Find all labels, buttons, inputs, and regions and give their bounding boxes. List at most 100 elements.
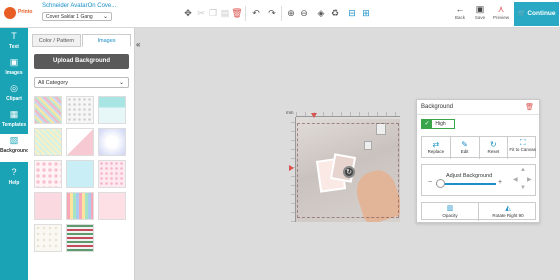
rotate-handle-icon[interactable]: ↻ — [343, 166, 355, 178]
distribute-icon[interactable]: ⊞ — [360, 7, 372, 20]
replace-label: Replace — [427, 149, 445, 154]
top-bar: Printo Schneider AvatarOn Cove... Cover … — [0, 0, 560, 28]
opacity-button[interactable]: ▥ Opacity — [422, 203, 479, 221]
thumbnail[interactable] — [34, 128, 62, 156]
save-button[interactable]: ▣ Save — [469, 3, 491, 20]
thumbnail[interactable] — [98, 128, 126, 156]
arrow-up-icon[interactable]: ▲ — [520, 167, 526, 173]
align-icon[interactable]: ⊟ — [346, 7, 358, 20]
nav-background[interactable]: ▧ Background — [0, 134, 30, 162]
redo-icon[interactable]: ↷ — [266, 7, 278, 20]
thumbnail[interactable] — [66, 96, 94, 124]
nav-text[interactable]: T Text — [0, 30, 28, 56]
arrow-right-icon[interactable]: ▶ — [527, 176, 532, 183]
nav-help[interactable]: ? Help — [0, 166, 28, 192]
preview-button[interactable]: ⋏ Preview — [490, 3, 512, 20]
adjust-background-label: Adjust Background — [446, 173, 493, 179]
move-icon[interactable]: ✥ — [182, 7, 194, 20]
high-quality-toggle[interactable]: ✓ High — [421, 119, 455, 129]
arrow-down-icon[interactable]: ▼ — [520, 185, 526, 191]
nav-images-label: Images — [5, 70, 23, 76]
panel-tabs: Color / Pattern Images — [32, 34, 131, 47]
check-icon: ✓ — [422, 120, 432, 128]
thumbnail[interactable] — [66, 128, 94, 156]
background-icon: ▧ — [9, 135, 19, 145]
paste-icon[interactable]: ▤ — [219, 7, 231, 20]
collapse-panel-icon[interactable]: « — [136, 40, 144, 50]
help-icon: ? — [11, 167, 17, 177]
ruler-unit-label: mm — [286, 110, 294, 115]
nav-clipart[interactable]: ◎ Clipart — [0, 82, 28, 108]
clipart-icon: ◎ — [10, 83, 18, 93]
back-arrow-icon: ← — [455, 4, 465, 14]
nav-images[interactable]: ▣ Images — [0, 56, 28, 82]
copy-icon[interactable]: ❐ — [207, 7, 219, 20]
back-button[interactable]: ← Back — [449, 3, 471, 20]
nav-templates[interactable]: ▦ Templates — [0, 108, 28, 134]
save-label: Save — [474, 15, 486, 20]
templates-icon: ▦ — [9, 109, 19, 119]
cut-icon[interactable]: ✂ — [195, 7, 207, 20]
nav-background-label: Background — [0, 148, 30, 154]
thumbnail[interactable] — [34, 224, 62, 252]
background-panel: Color / Pattern Images Upload Background… — [28, 28, 135, 280]
background-properties-panel: Background 🗑 ✓ High ⇄ Replace ✎ Edit ↻ R… — [416, 99, 540, 223]
continue-label: Continue — [527, 10, 556, 17]
nav-templates-label: Templates — [1, 122, 27, 128]
tab-color-pattern[interactable]: Color / Pattern — [32, 34, 81, 47]
panel-title: Background — [421, 104, 454, 110]
fit-to-canvas-button[interactable]: ⛶ Fit to Canvas — [508, 137, 537, 159]
logo-icon — [4, 7, 16, 19]
arrow-left-icon[interactable]: ◀ — [513, 176, 518, 183]
cart-icon: 🛒 — [517, 10, 526, 17]
thumbnail[interactable] — [66, 192, 94, 220]
text-icon: T — [11, 31, 17, 41]
minus-icon[interactable]: − — [428, 179, 432, 186]
thumbnail[interactable] — [98, 96, 126, 124]
edit-label: Edit — [460, 149, 469, 154]
logo-text: Printo — [18, 9, 33, 15]
trash-icon[interactable]: 🗑 — [525, 103, 534, 111]
reset-button[interactable]: ↻ Reset — [480, 137, 509, 159]
rotate-right-button[interactable]: ◭ Rotate Right 90 — [479, 203, 537, 221]
zoom-out-icon[interactable]: ⊖ — [298, 7, 310, 20]
product-title[interactable]: Schneider AvatarOn Cove... — [42, 3, 116, 9]
product-option-value: Cover Saklar 1 Gang — [46, 14, 93, 20]
category-select[interactable]: All Category ⌄ — [34, 77, 129, 88]
delete-icon[interactable]: 🗑 — [231, 7, 243, 20]
nav-clipart-label: Clipart — [6, 96, 22, 102]
recycle-icon[interactable]: ♻ — [329, 7, 341, 20]
tab-images[interactable]: Images — [82, 34, 131, 47]
continue-button[interactable]: 🛒 Continue — [514, 2, 559, 26]
layers-icon[interactable]: ◈ — [315, 7, 327, 20]
replace-button[interactable]: ⇄ Replace — [422, 137, 451, 159]
thumbnail[interactable] — [66, 160, 94, 188]
reset-label: Reset — [487, 149, 500, 154]
chevron-down-icon: ⌄ — [118, 80, 124, 86]
opacity-label: Opacity — [442, 213, 458, 218]
action-row: ⇄ Replace ✎ Edit ↻ Reset ⛶ Fit to Canvas — [421, 136, 537, 159]
preview-label: Preview — [492, 15, 509, 20]
product-option-select[interactable]: Cover Saklar 1 Gang ⌄ — [42, 12, 112, 21]
nav-help-label: Help — [8, 180, 20, 186]
thumbnail[interactable] — [66, 224, 94, 252]
thumbnail[interactable] — [34, 192, 62, 220]
thumbnail[interactable] — [98, 192, 126, 220]
zoom-slider-handle[interactable] — [436, 179, 445, 188]
image-icon: ▣ — [9, 57, 19, 67]
bottom-actions: ▥ Opacity ◭ Rotate Right 90 — [421, 202, 537, 221]
plus-icon[interactable]: + — [498, 179, 502, 186]
high-label: High — [435, 121, 446, 127]
opacity-icon: ▥ — [446, 205, 454, 212]
zoom-slider-track[interactable] — [436, 183, 496, 185]
zoom-in-icon[interactable]: ⊕ — [285, 7, 297, 20]
rotate-right-icon: ◭ — [505, 205, 511, 212]
thumbnail[interactable] — [98, 160, 126, 188]
undo-icon[interactable]: ↶ — [250, 7, 262, 20]
fit-to-canvas-label: Fit to Canvas — [509, 147, 536, 152]
thumbnail[interactable] — [34, 160, 62, 188]
edit-button[interactable]: ✎ Edit — [451, 137, 480, 159]
preview-icon: ⋏ — [497, 4, 505, 14]
thumbnail[interactable] — [34, 96, 62, 124]
upload-background-button[interactable]: Upload Background — [34, 54, 129, 69]
